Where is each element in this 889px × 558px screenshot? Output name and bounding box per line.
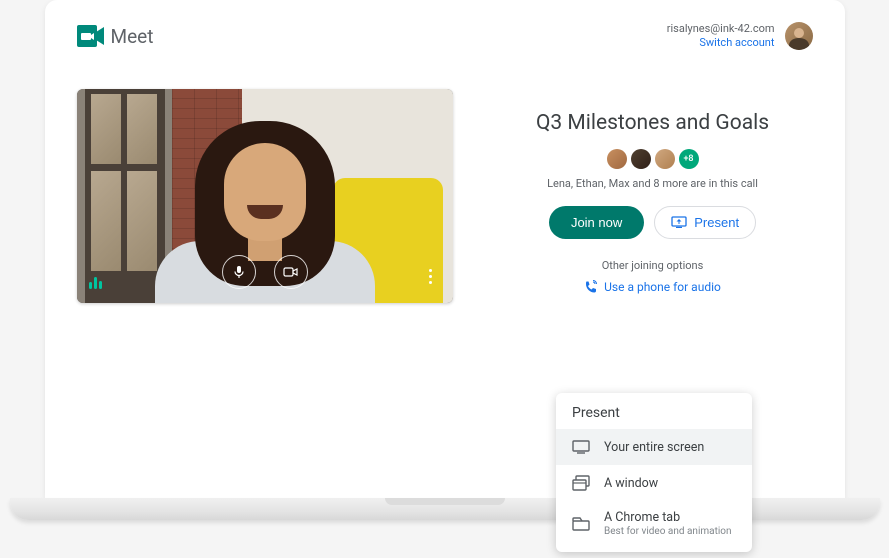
audio-level-icon [89,277,102,289]
present-screen-icon [671,216,687,228]
brand: Meet [77,25,154,48]
participant-avatar [655,149,675,169]
meet-logo-icon [77,25,105,47]
brand-name: Meet [111,25,154,48]
switch-account-link[interactable]: Switch account [667,36,775,50]
use-phone-link[interactable]: Use a phone for audio [584,280,721,294]
present-option-chrome-tab[interactable]: A Chrome tab Best for video and animatio… [556,501,752,546]
participant-avatar [631,149,651,169]
more-vertical-icon [429,269,432,284]
present-button-label: Present [694,215,739,230]
header: Meet risalynes@ink-42.com Switch account [77,22,813,51]
tab-icon [572,515,590,533]
main-content: Q3 Milestones and Goals +8 Lena, Ethan, … [77,89,813,303]
present-menu-title: Present [556,405,752,429]
join-now-button[interactable]: Join now [549,206,644,239]
video-more-options-button[interactable] [419,265,443,289]
participants-summary: Lena, Ethan, Max and 8 more are in this … [547,177,758,190]
action-buttons: Join now Present [549,206,756,239]
self-video-preview [77,89,453,303]
account-text: risalynes@ink-42.com Switch account [667,22,775,51]
microphone-icon [232,265,246,279]
menu-item-subtext: Best for video and animation [604,526,736,537]
present-option-window[interactable]: A window [556,465,752,501]
participants-more-badge: +8 [679,149,699,169]
camera-icon [283,266,299,278]
microphone-toggle-button[interactable] [222,255,256,289]
menu-item-label: Your entire screen [604,440,736,455]
use-phone-label: Use a phone for audio [604,280,721,294]
monitor-icon [572,438,590,456]
participants-avatars: +8 [607,149,699,169]
window-icon [572,474,590,492]
participant-avatar [607,149,627,169]
join-panel: Q3 Milestones and Goals +8 Lena, Ethan, … [493,89,813,294]
meeting-title: Q3 Milestones and Goals [536,111,769,135]
phone-audio-icon [584,280,598,294]
video-controls [222,255,308,289]
account-email: risalynes@ink-42.com [667,22,775,36]
present-menu-popup: Present Your entire screen A window [556,393,752,552]
user-avatar[interactable] [785,22,813,50]
account-area: risalynes@ink-42.com Switch account [667,22,813,51]
present-button[interactable]: Present [654,206,756,239]
other-options-label: Other joining options [602,259,704,272]
present-option-entire-screen[interactable]: Your entire screen [556,429,752,465]
camera-toggle-button[interactable] [274,255,308,289]
menu-item-label: A Chrome tab [604,510,736,525]
menu-item-label: A window [604,476,736,491]
